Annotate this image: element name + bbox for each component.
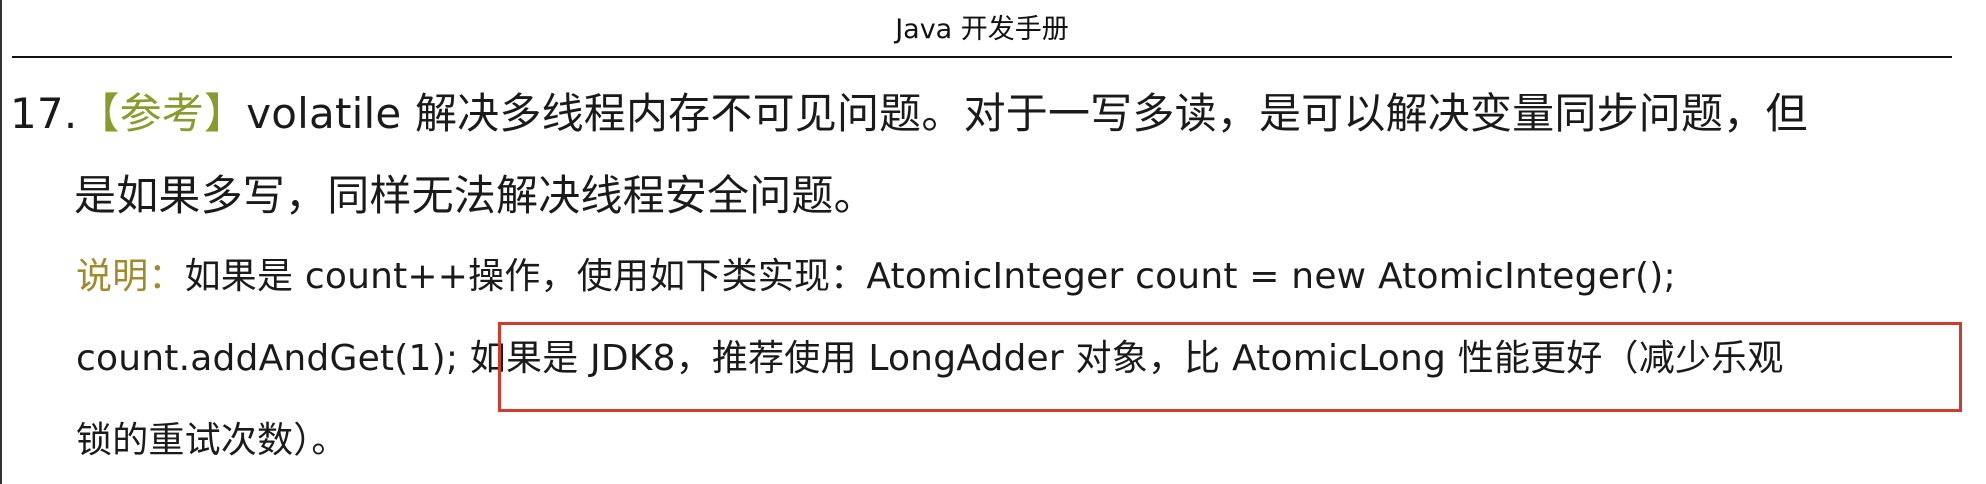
highlight-annotation-box bbox=[498, 322, 1962, 412]
note-text-line-3: 锁的重试次数）。 bbox=[76, 420, 348, 461]
left-margin-rule bbox=[0, 0, 2, 484]
rule-text-line-1: volatile 解决多线程内存不可见问题。对于一写多读，是可以解决变量同步问题… bbox=[246, 89, 1808, 138]
rule-text-line-2: 是如果多写，同样无法解决线程安全问题。 bbox=[74, 171, 876, 220]
rule-number: 17. bbox=[10, 89, 78, 138]
note-text-line-1: 如果是 count++操作，使用如下类实现：AtomicInteger coun… bbox=[184, 256, 1676, 297]
note-line-1: 说明：如果是 count++操作，使用如下类实现：AtomicInteger c… bbox=[76, 252, 1676, 302]
note-text-line-2-pre: count.addAndGet(1); bbox=[76, 338, 470, 379]
document-header: Java 开发手册 bbox=[12, 10, 1952, 58]
header-title: Java 开发手册 bbox=[895, 14, 1069, 45]
rule-line-2: 是如果多写，同样无法解决线程安全问题。 bbox=[74, 168, 876, 224]
rule-tag: 【参考】 bbox=[77, 89, 247, 138]
note-line-3: 锁的重试次数）。 bbox=[76, 416, 348, 466]
rule-line-1: 17.【参考】volatile 解决多线程内存不可见问题。对于一写多读，是可以解… bbox=[10, 86, 1808, 142]
note-label: 说明： bbox=[76, 256, 185, 297]
